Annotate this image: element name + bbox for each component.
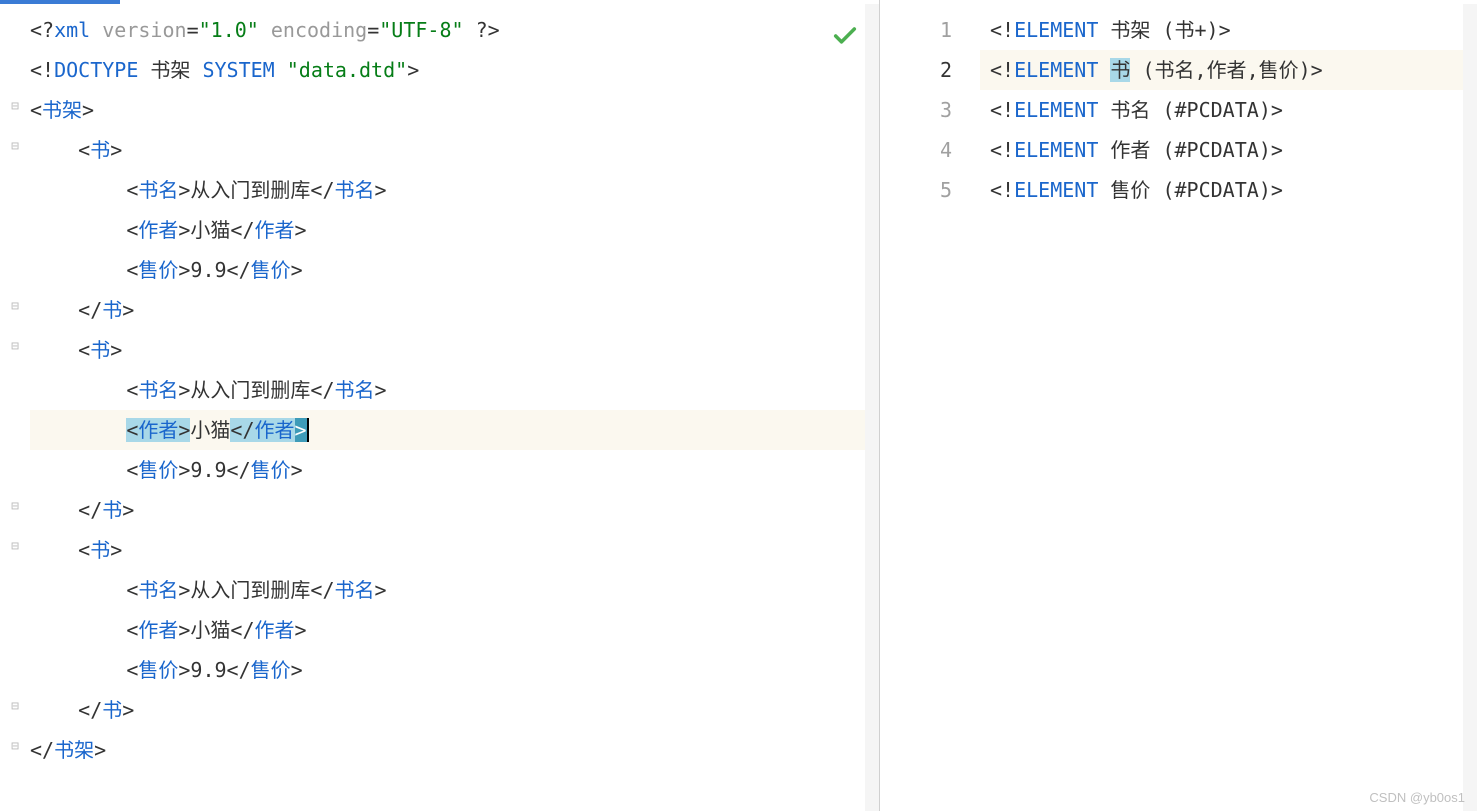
- code-line[interactable]: <书名>从入门到删库</书名>: [30, 170, 879, 210]
- code-line[interactable]: </书架>: [30, 730, 879, 770]
- code-line[interactable]: <书>: [30, 330, 879, 370]
- code-line[interactable]: <书架>: [30, 90, 879, 130]
- code-line[interactable]: <?xml version="1.0" encoding="UTF-8" ?>: [30, 10, 879, 50]
- code-line[interactable]: <售价>9.9</售价>: [30, 450, 879, 490]
- fold-gutter[interactable]: ⊟ ⊟ ⊟ ⊟ ⊟ ⊟ ⊟ ⊟: [8, 4, 26, 811]
- code-area-left[interactable]: <?xml version="1.0" encoding="UTF-8" ?><…: [30, 10, 879, 770]
- fold-open-icon[interactable]: ⊟: [8, 140, 22, 154]
- fold-open-icon[interactable]: ⊟: [8, 540, 22, 554]
- scrollbar[interactable]: [865, 4, 879, 811]
- fold-close-icon[interactable]: ⊟: [8, 740, 22, 754]
- fold-open-icon[interactable]: ⊟: [8, 100, 22, 114]
- code-line[interactable]: </书>: [30, 490, 879, 530]
- code-line[interactable]: <作者>小猫</作者>: [30, 610, 879, 650]
- code-line[interactable]: <售价>9.9</售价>: [30, 250, 879, 290]
- fold-open-icon[interactable]: ⊟: [8, 340, 22, 354]
- line-number[interactable]: 3: [880, 90, 952, 130]
- fold-close-icon[interactable]: ⊟: [8, 500, 22, 514]
- fold-close-icon[interactable]: ⊟: [8, 300, 22, 314]
- fold-close-icon[interactable]: ⊟: [8, 700, 22, 714]
- code-line[interactable]: <!ELEMENT 书 (书名,作者,售价)>: [990, 50, 1477, 90]
- code-line[interactable]: <售价>9.9</售价>: [30, 650, 879, 690]
- code-line[interactable]: <书>: [30, 530, 879, 570]
- code-line[interactable]: </书>: [30, 690, 879, 730]
- code-line[interactable]: <作者>小猫</作者>: [30, 210, 879, 250]
- code-line[interactable]: <!ELEMENT 作者 (#PCDATA)>: [990, 130, 1477, 170]
- scrollbar[interactable]: [1463, 4, 1477, 811]
- watermark: CSDN @yb0os1: [1369, 790, 1465, 805]
- line-number[interactable]: 5: [880, 170, 952, 210]
- line-number[interactable]: 1: [880, 10, 952, 50]
- code-line[interactable]: <书名>从入门到删库</书名>: [30, 370, 879, 410]
- left-editor-pane[interactable]: ⊟ ⊟ ⊟ ⊟ ⊟ ⊟ ⊟ ⊟ <?xml version="1.0" encoding="U…: [0, 0, 880, 811]
- check-icon: [831, 22, 859, 55]
- code-line[interactable]: <书名>从入门到删库</书名>: [30, 570, 879, 610]
- code-line[interactable]: <!ELEMENT 书架 (书+)>: [990, 10, 1477, 50]
- line-number[interactable]: 4: [880, 130, 952, 170]
- code-line[interactable]: <作者>小猫</作者>: [30, 410, 879, 450]
- code-line[interactable]: </书>: [30, 290, 879, 330]
- line-number[interactable]: 2: [880, 50, 952, 90]
- code-line[interactable]: <!ELEMENT 书名 (#PCDATA)>: [990, 90, 1477, 130]
- code-line[interactable]: <书>: [30, 130, 879, 170]
- code-area-right[interactable]: <!ELEMENT 书架 (书+)><!ELEMENT 书 (书名,作者,售价)…: [990, 10, 1477, 210]
- code-line[interactable]: <!DOCTYPE 书架 SYSTEM "data.dtd">: [30, 50, 879, 90]
- line-number-gutter[interactable]: 12345: [880, 10, 980, 210]
- right-editor-pane[interactable]: 12345 <!ELEMENT 书架 (书+)><!ELEMENT 书 (书名,…: [880, 0, 1477, 811]
- code-line[interactable]: <!ELEMENT 售价 (#PCDATA)>: [990, 170, 1477, 210]
